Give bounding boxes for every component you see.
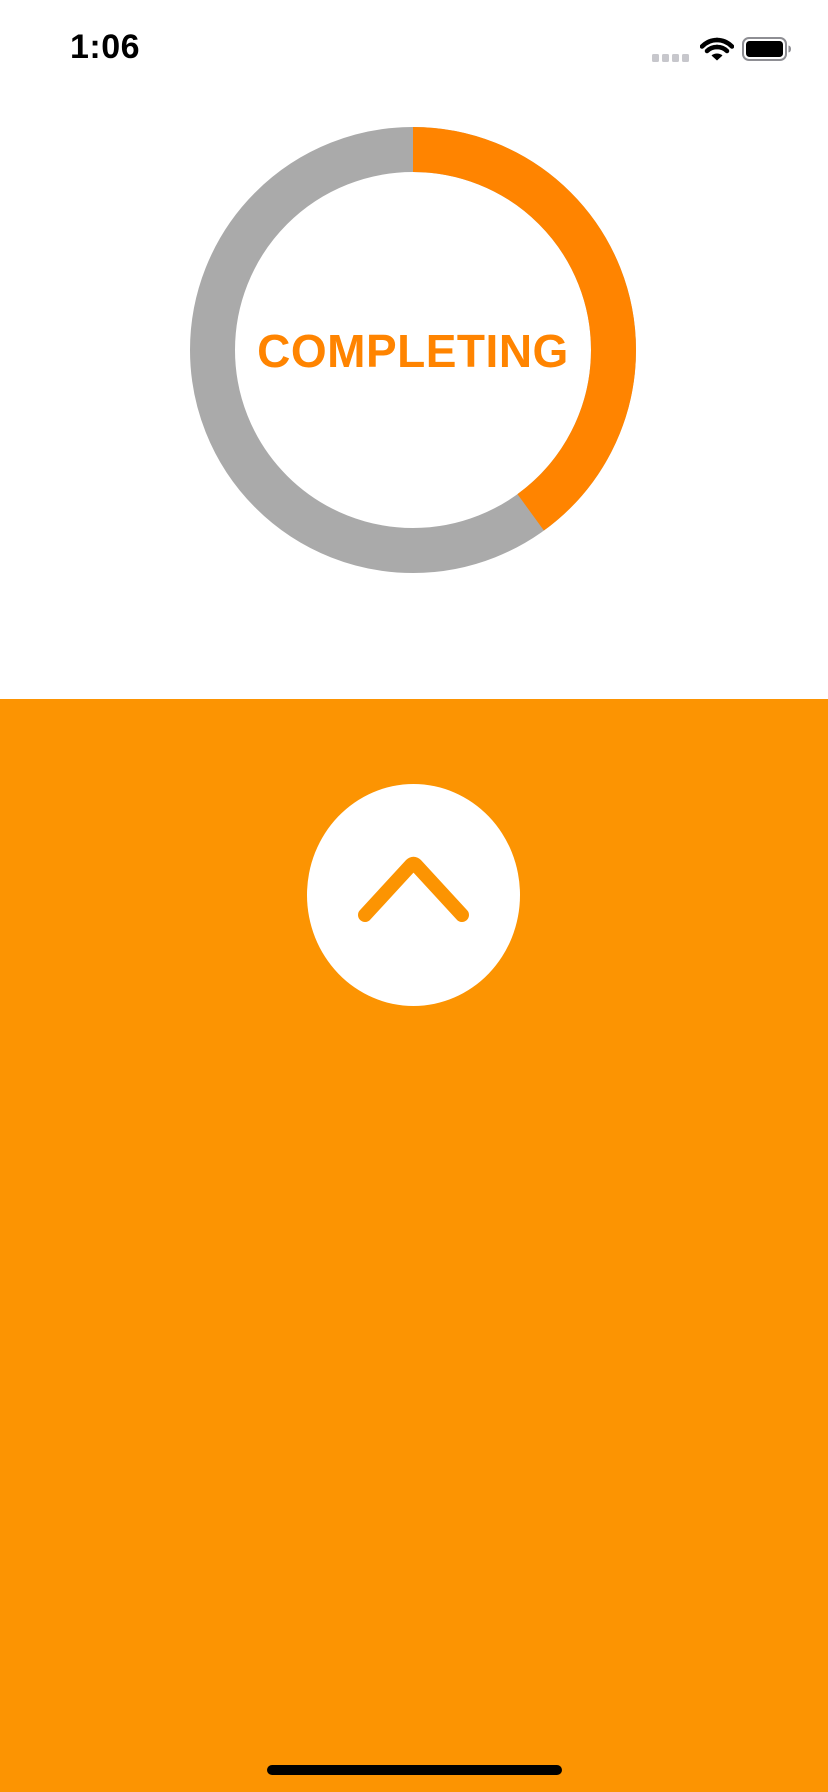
status-bar: 1:06 bbox=[0, 0, 828, 100]
wifi-icon bbox=[700, 37, 734, 61]
bottom-panel bbox=[0, 699, 828, 1792]
expand-up-button[interactable] bbox=[307, 784, 520, 1006]
chevron-up-icon bbox=[358, 856, 469, 922]
status-time: 1:06 bbox=[70, 28, 141, 66]
battery-icon bbox=[742, 37, 791, 61]
cellular-signal-icon bbox=[652, 54, 689, 62]
home-indicator[interactable] bbox=[267, 1765, 562, 1775]
progress-status-label: COMPLETING bbox=[257, 325, 569, 377]
